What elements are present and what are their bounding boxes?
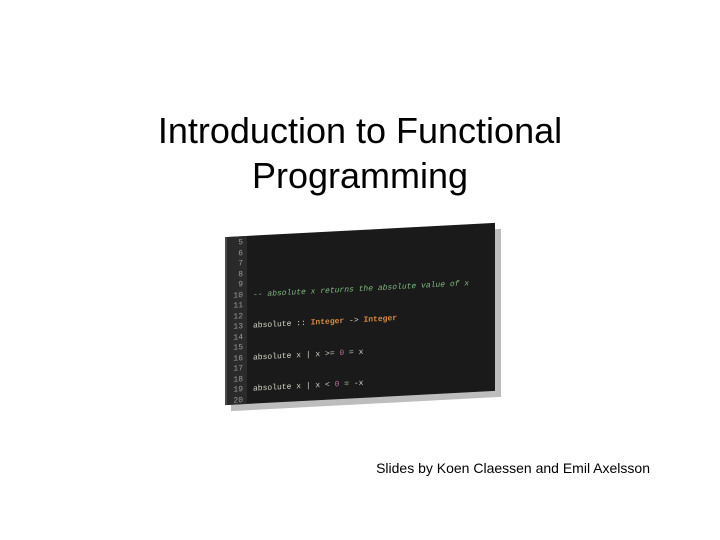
title-line-2: Programming xyxy=(252,155,468,196)
code-line: absolute x | x >= 0 = x xyxy=(253,342,469,364)
code-screenshot: 5 6 7 8 9 10 11 12 13 14 15 16 17 18 19 … xyxy=(225,230,495,398)
slide-title: Introduction to Functional Programming xyxy=(0,108,720,198)
line-number: 5 xyxy=(227,238,243,249)
code-line: -- absolute x returns the absolute value… xyxy=(253,279,469,301)
title-line-1: Introduction to Functional xyxy=(158,110,562,151)
line-number: 7 xyxy=(227,259,243,270)
line-number: 19 xyxy=(227,385,243,396)
line-number: 20 xyxy=(227,396,243,405)
code-editor: 5 6 7 8 9 10 11 12 13 14 15 16 17 18 19 … xyxy=(225,223,495,405)
code-line: absolute x | x < 0 = -x xyxy=(253,373,469,395)
line-number: 9 xyxy=(227,280,243,291)
line-number-gutter: 5 6 7 8 9 10 11 12 13 14 15 16 17 18 19 … xyxy=(225,236,247,405)
line-number: 15 xyxy=(227,343,243,354)
line-number: 17 xyxy=(227,364,243,375)
code-line: absolute :: Integer -> Integer xyxy=(253,310,469,332)
credits-text: Slides by Koen Claessen and Emil Axelsso… xyxy=(376,460,650,476)
code-line xyxy=(253,247,469,269)
code-content: -- absolute x returns the absolute value… xyxy=(247,224,469,404)
line-number: 13 xyxy=(227,322,243,333)
line-number: 11 xyxy=(227,301,243,312)
